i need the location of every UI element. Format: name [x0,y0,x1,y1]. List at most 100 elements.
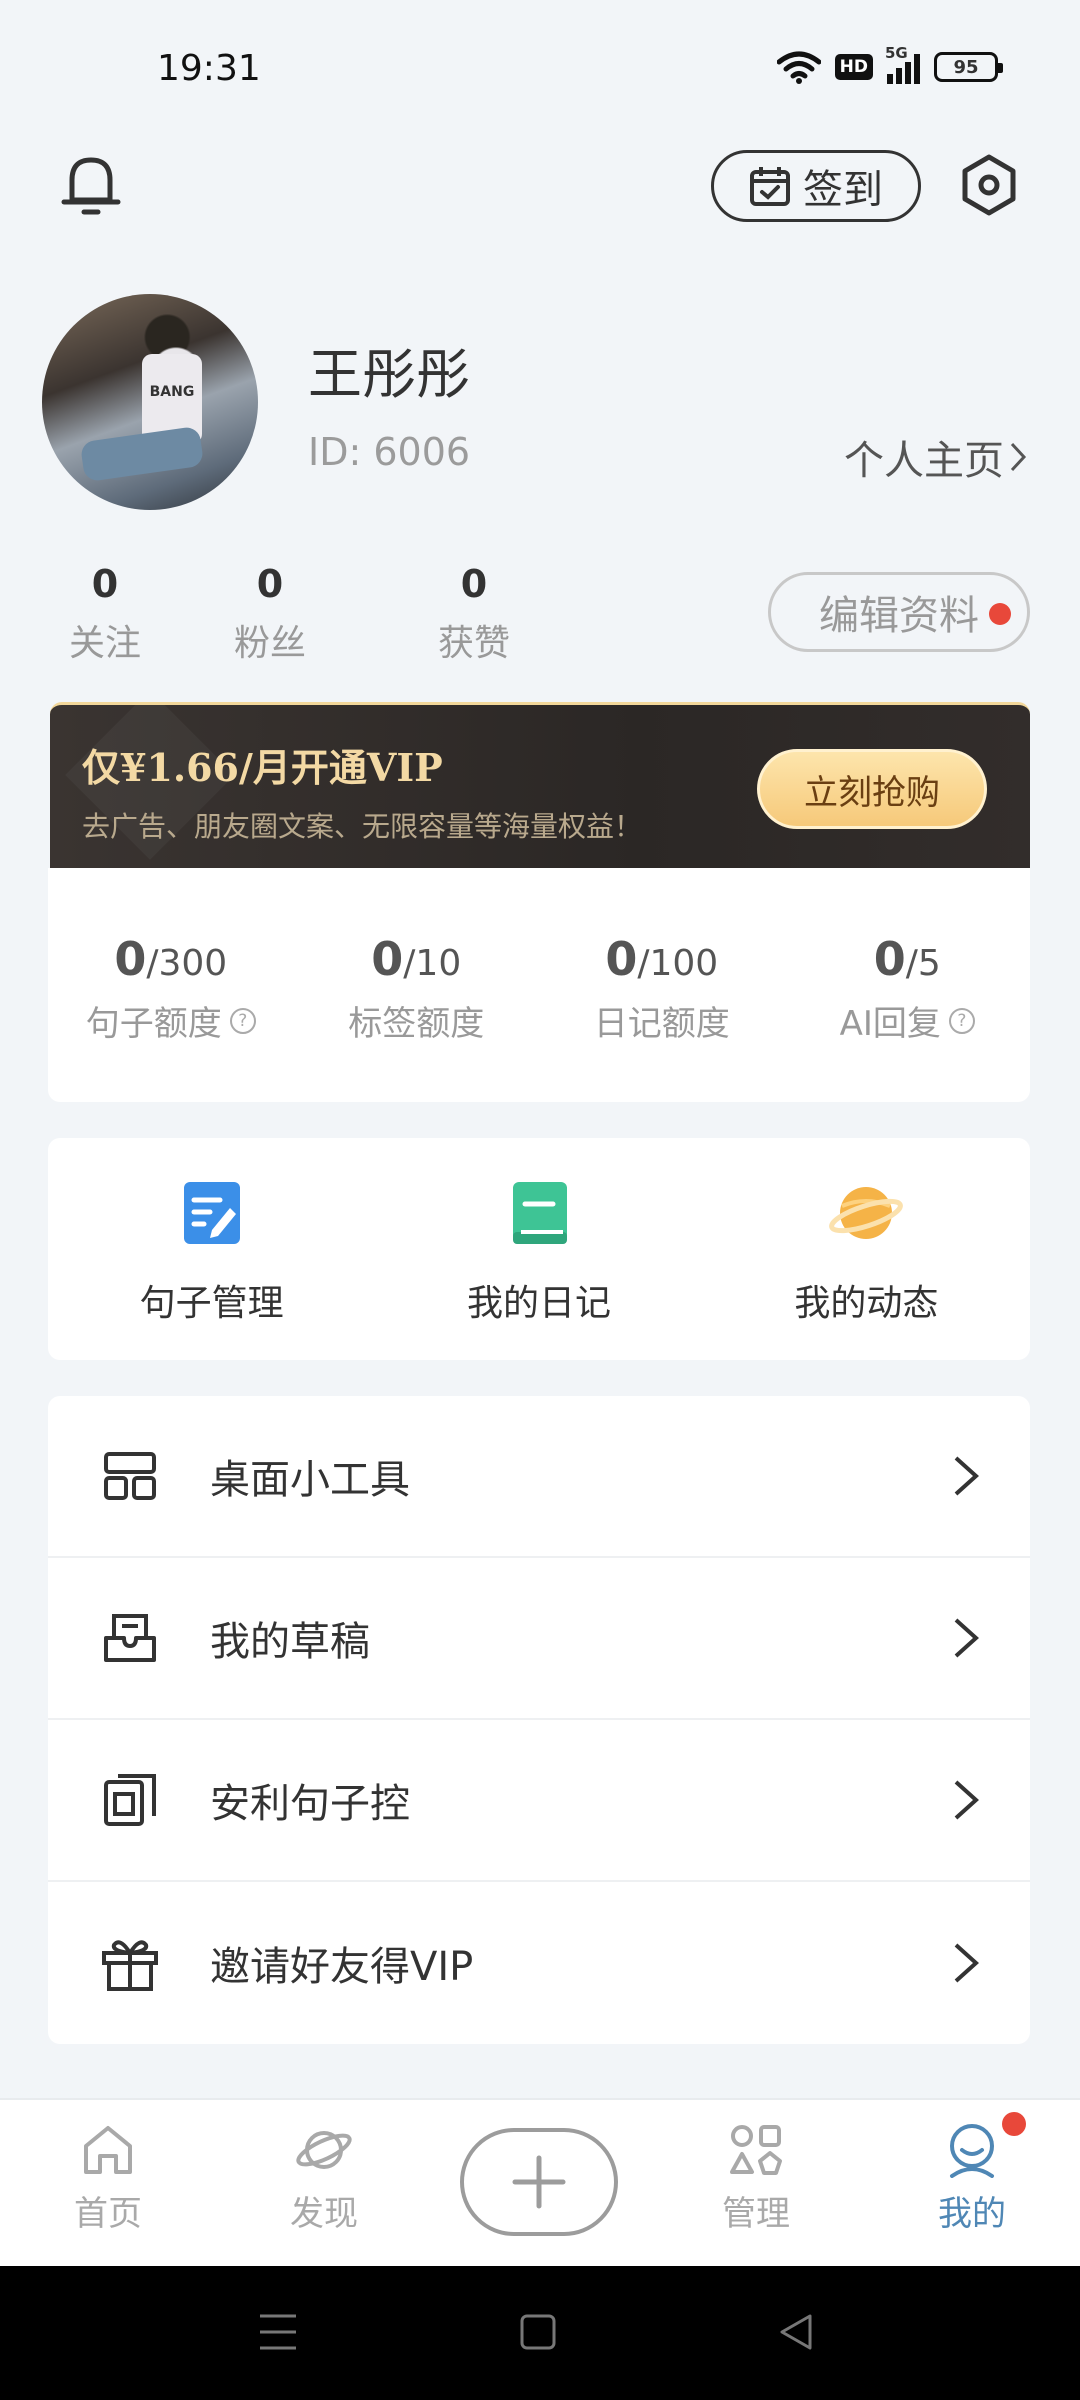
shortcut-my-moments[interactable]: 我的动态 [703,1138,1030,1360]
help-icon[interactable]: ? [229,1007,256,1034]
avatar[interactable]: BANG [42,294,258,510]
stat-likes[interactable]: 0 获赞 [370,562,578,666]
quota-used: 0 [605,932,638,986]
vip-banner[interactable]: 仅¥1.66/月开通VIP 去广告、朋友圈文案、无限容量等海量权益！ 立刻抢购 [50,702,1030,868]
shortcut-label: 我的动态 [794,1283,939,1324]
shortcut-card: 句子管理 我的日记 我的动态 [48,1138,1030,1360]
homepage-label: 个人主页 [844,438,1004,484]
tab-notification-dot [1002,2112,1026,2136]
quota-label: 日记额度 [593,1004,730,1044]
edit-note-icon [183,1182,240,1244]
chevron-right-icon [954,1943,979,1983]
quota-value: 0/300 [48,932,294,986]
gift-icon [102,1940,158,1991]
quota-limit: /100 [637,943,719,984]
bottom-tab-bar: 首页 发现 管理 我的 [0,2098,1080,2266]
menu-item-invite-friends[interactable]: 邀请好友得VIP [48,1882,1030,2044]
vip-subtitle: 去广告、朋友圈文案、无限容量等海量权益！ [82,810,643,843]
menu-item-recommend-app[interactable]: 安利句子控 [48,1720,1030,1882]
vip-title: 仅¥1.66/月开通VIP [82,745,443,790]
chevron-right-icon [1010,442,1027,472]
edit-profile-label: 编辑资料 [819,593,979,639]
wifi-icon [776,51,821,84]
bell-icon[interactable] [58,150,124,220]
menu-label: 我的草稿 [210,1619,370,1665]
stat-following[interactable]: 0 关注 [40,562,170,666]
avatar-shirt-text: BANG [149,384,195,400]
stat-label: 关注 [68,623,141,664]
menu-lines-icon[interactable] [258,2310,298,2354]
back-triangle-icon[interactable] [776,2310,816,2354]
menu-item-widgets[interactable]: 桌面小工具 [48,1396,1030,1558]
checkin-label: 签到 [803,167,883,213]
quota-label: 标签额度 [348,1004,485,1044]
quota-used: 0 [873,932,906,986]
profile-stats: 0 关注 0 粉丝 0 获赞 [40,562,578,666]
share-app-icon [104,1774,156,1826]
username: 王彤彤 [308,343,470,406]
battery-level: 95 [953,56,979,78]
tab-label: 我的 [938,2194,1006,2234]
home-icon [84,2126,132,2174]
checkin-button[interactable]: 签到 [711,150,921,222]
menu-label: 桌面小工具 [210,1457,410,1503]
stat-label: 粉丝 [233,623,306,664]
tab-manage[interactable]: 管理 [686,2122,826,2235]
quota-limit: /10 [403,943,462,984]
planet-icon [829,1187,904,1239]
calendar-check-icon [750,167,790,206]
quota-label: AI回复 [839,1004,941,1044]
help-icon[interactable]: ? [948,1007,975,1034]
homepage-link[interactable]: 个人主页 [844,428,1028,486]
menu-item-drafts[interactable]: 我的草稿 [48,1558,1030,1720]
shortcut-label: 句子管理 [139,1283,284,1324]
status-time: 19:31 [157,48,261,89]
menu-label: 邀请好友得VIP [210,1944,474,1990]
quota-value: 0/5 [785,932,1031,986]
profile-icon [950,2124,994,2178]
create-plus-button[interactable] [460,2128,618,2236]
quota-value: 0/10 [294,932,540,986]
quota-used: 0 [371,932,404,986]
chevron-right-icon [954,1618,979,1658]
shortcut-my-diary[interactable]: 我的日记 [375,1138,702,1360]
home-square-icon[interactable] [518,2310,558,2354]
manage-shapes-icon [730,2125,782,2175]
status-bar: 19:31 HD 5G 95 [0,0,1080,130]
diary-book-icon [512,1182,567,1244]
tab-home[interactable]: 首页 [38,2122,178,2235]
shortcut-label: 我的日记 [466,1283,611,1324]
widget-grid-icon [104,1452,156,1500]
notification-dot [989,603,1011,625]
settings-hexagon-icon[interactable] [958,154,1020,216]
chevron-right-icon [954,1456,979,1496]
quota-ai-reply: 0/5 AI回复? [785,868,1031,1102]
avatar-jeans [79,425,205,483]
draft-icon [104,1614,156,1662]
stat-label: 获赞 [437,623,510,664]
battery-indicator: 95 [934,52,1003,82]
tab-label: 管理 [722,2194,790,2234]
shortcut-sentence-manage[interactable]: 句子管理 [48,1138,375,1360]
stat-value: 0 [256,562,284,606]
tab-discover[interactable]: 发现 [254,2122,394,2235]
menu-label: 安利句子控 [210,1781,410,1827]
hd-badge: HD [834,54,873,80]
plus-icon [512,2155,566,2209]
network-type: 5G [885,44,908,62]
vip-buy-button[interactable]: 立刻抢购 [757,749,987,829]
status-icons: HD 5G 95 [776,44,1003,84]
quota-card: 0/300 句子额度? 0/10 标签额度 0/100 日记额度 0/5 AI回… [48,868,1030,1102]
stat-followers[interactable]: 0 粉丝 [170,562,370,666]
edit-profile-button[interactable]: 编辑资料 [768,572,1030,652]
menu-list: 桌面小工具 我的草稿 安利句子控 邀请好友得VIP [48,1396,1030,2044]
quota-diary: 0/100 日记额度 [539,868,785,1102]
quota-limit: /300 [146,943,228,984]
stat-value: 0 [91,562,119,606]
quota-tags: 0/10 标签额度 [294,868,540,1102]
quota-value: 0/100 [539,932,785,986]
tab-profile[interactable]: 我的 [902,2122,1042,2235]
user-id: ID: 6006 [308,430,471,474]
tab-label: 首页 [74,2194,142,2234]
quota-sentences: 0/300 句子额度? [48,868,294,1102]
